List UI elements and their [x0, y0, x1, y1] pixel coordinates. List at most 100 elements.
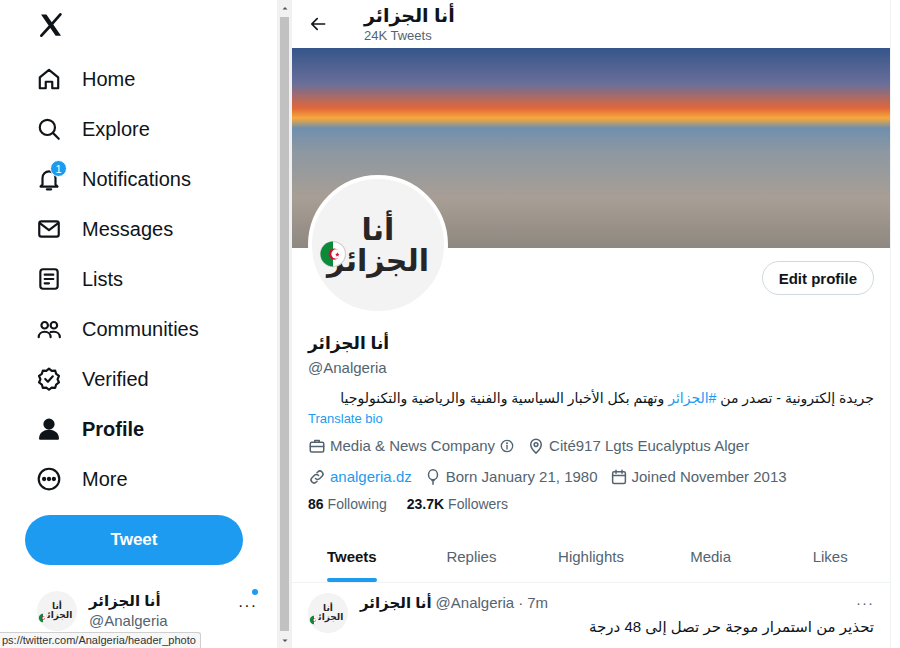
tweet[interactable]: أنا الجزائرأنا الجزائر@Analgeria·7m···تح…	[292, 583, 890, 647]
verified-badge-icon	[36, 366, 62, 392]
hashtag-link[interactable]: #الجزائر	[668, 390, 716, 406]
tweet-separator: ·	[518, 593, 523, 613]
sidebar-item[interactable]: Profile	[0, 404, 277, 454]
x-logo-icon[interactable]	[36, 10, 66, 40]
nav-label: Verified	[82, 368, 149, 391]
nav-icon-wrap: 1	[36, 166, 62, 192]
person-icon	[36, 416, 62, 442]
sidebar-item[interactable]: Home	[0, 54, 277, 104]
scroll-down[interactable]	[277, 633, 292, 648]
sidebar-item[interactable]: 1 Notifications	[0, 154, 277, 204]
location-pin-icon	[527, 437, 545, 455]
header-text: أنا الجزائر24K Tweets	[364, 4, 455, 44]
stat-count: 23.7K	[407, 494, 444, 514]
sidebar-item[interactable]: Explore	[0, 104, 277, 154]
sidebar-item[interactable]: Communities	[0, 304, 277, 354]
profile-header: أنا الجزائر24K Tweets	[292, 0, 890, 48]
briefcase-icon	[308, 437, 326, 455]
tab[interactable]: Replies	[412, 530, 532, 582]
account-more[interactable]: ···	[238, 597, 257, 615]
nav-label: More	[82, 468, 128, 491]
browser-status-bar: ps://twitter.com/Analgeria/header_photo	[0, 632, 201, 648]
follow-stat[interactable]: 86Following	[308, 494, 387, 514]
nav-label: Messages	[82, 218, 173, 241]
nav-icon-wrap	[36, 416, 62, 442]
sidebar-item[interactable]: Verified	[0, 354, 277, 404]
arrow-up-icon[interactable]	[279, 2, 291, 14]
scrollbar[interactable]	[277, 0, 292, 648]
header-title: أنا الجزائر	[364, 4, 455, 28]
profile-meta-item: analgeria.dz	[308, 467, 412, 486]
profile-handle: @Analgeria	[308, 358, 874, 378]
notification-badge: 1	[50, 160, 67, 177]
account-avatar[interactable]: أنا الجزائر	[37, 591, 77, 631]
nav-icon-wrap	[36, 66, 62, 92]
follow-stat[interactable]: 23.7KFollowers	[407, 494, 508, 514]
scroll-up[interactable]	[277, 0, 292, 15]
back-arrow-icon[interactable]	[308, 14, 328, 34]
nav-label: Explore	[82, 118, 150, 141]
tab[interactable]: Tweets	[292, 530, 412, 582]
tweet-avatar[interactable]: أنا الجزائر	[308, 593, 348, 633]
profile-meta: Media & News Company Cité917 Lgts Eucalyp…	[308, 436, 874, 486]
tweet-meta: أنا الجزائر@Analgeria·7m···	[360, 593, 874, 613]
scroll-thumb[interactable]	[280, 17, 289, 631]
bio-text: جريدة إلكترونية - تصدر من	[716, 390, 874, 406]
arrow-down-icon[interactable]	[279, 635, 291, 647]
info-icon[interactable]	[499, 438, 515, 454]
sidebar-item[interactable]: More	[0, 454, 277, 504]
nav-label: Notifications	[82, 168, 191, 191]
nav-label: Profile	[82, 418, 144, 441]
meta-text: Media & News Company	[330, 436, 495, 455]
tweet-author[interactable]: أنا الجزائر	[360, 593, 432, 613]
translate-bio-link[interactable]: Translate bio	[308, 410, 874, 427]
bio-text: وتهتم بكل الأخبار السياسية والفنية والري…	[340, 390, 668, 406]
flag-icon	[38, 609, 48, 627]
nav-icon-wrap	[36, 366, 62, 392]
bio: جريدة إلكترونية - تصدر من #الجزائر وتهتم…	[308, 388, 874, 408]
edit-profile-button[interactable]: Edit profile	[762, 261, 874, 295]
meta-text: Born January 21, 1980	[446, 467, 598, 486]
profile-meta-item: Born January 21, 1980	[424, 467, 598, 486]
sidebar-item[interactable]: Messages	[0, 204, 277, 254]
search-icon	[36, 116, 62, 142]
account-text: أنا الجزائر@Analgeria	[89, 591, 168, 631]
tab-label: Media	[690, 548, 731, 565]
nav-icon-wrap	[36, 466, 62, 492]
profile-meta-item: Media & News Company	[308, 436, 515, 455]
tweet-more[interactable]: ···	[856, 593, 874, 613]
nav-icon-wrap	[36, 116, 62, 142]
profile-meta-item: Joined November 2013	[610, 467, 787, 486]
home-icon	[36, 66, 62, 92]
tab[interactable]: Media	[651, 530, 771, 582]
account-name: أنا الجزائر	[89, 591, 168, 611]
tab[interactable]: Highlights	[531, 530, 651, 582]
sidebar-item[interactable]: Lists	[0, 254, 277, 304]
people-icon	[36, 316, 62, 342]
nav-label: Home	[82, 68, 135, 91]
link-icon	[308, 468, 326, 486]
sidebar-nav: Home Explore 1 Notifications Messages ListsCo…	[0, 54, 277, 504]
tab-label: Tweets	[327, 548, 377, 565]
profile-name: أنا الجزائر	[308, 333, 874, 355]
tab-label: Likes	[813, 548, 848, 565]
tweet-button[interactable]: Tweet	[25, 515, 243, 565]
tab[interactable]: Likes	[770, 530, 890, 582]
tab-label: Highlights	[558, 548, 624, 565]
tweet-text: تحذير من استمرار موجة حر تصل إلى 48 درجة	[360, 617, 874, 637]
tweet-time[interactable]: 7m	[527, 593, 548, 613]
account-switcher[interactable]: أنا الجزائرأنا الجزائر@Analgeria···	[0, 587, 277, 635]
tab-label-wrap: Replies	[446, 530, 496, 582]
tab-underline	[327, 578, 377, 582]
meta-text[interactable]: analgeria.dz	[330, 467, 412, 486]
stat-count: 86	[308, 494, 324, 514]
tab-label-wrap: Tweets	[327, 530, 377, 582]
meta-text: Cité917 Lgts Eucalyptus Alger	[549, 436, 749, 455]
main-column: أنا الجزائر24K Tweetsأنا الجزائرEdit pro…	[292, 0, 891, 648]
flag-icon	[309, 611, 319, 629]
profile-avatar[interactable]: أنا الجزائر	[308, 175, 448, 315]
tab-label-wrap: Likes	[813, 530, 848, 582]
balloon-icon	[424, 468, 442, 486]
envelope-icon	[36, 216, 62, 242]
profile-info: أنا الجزائرEdit profileأنا الجزائر@Analg…	[292, 248, 890, 514]
